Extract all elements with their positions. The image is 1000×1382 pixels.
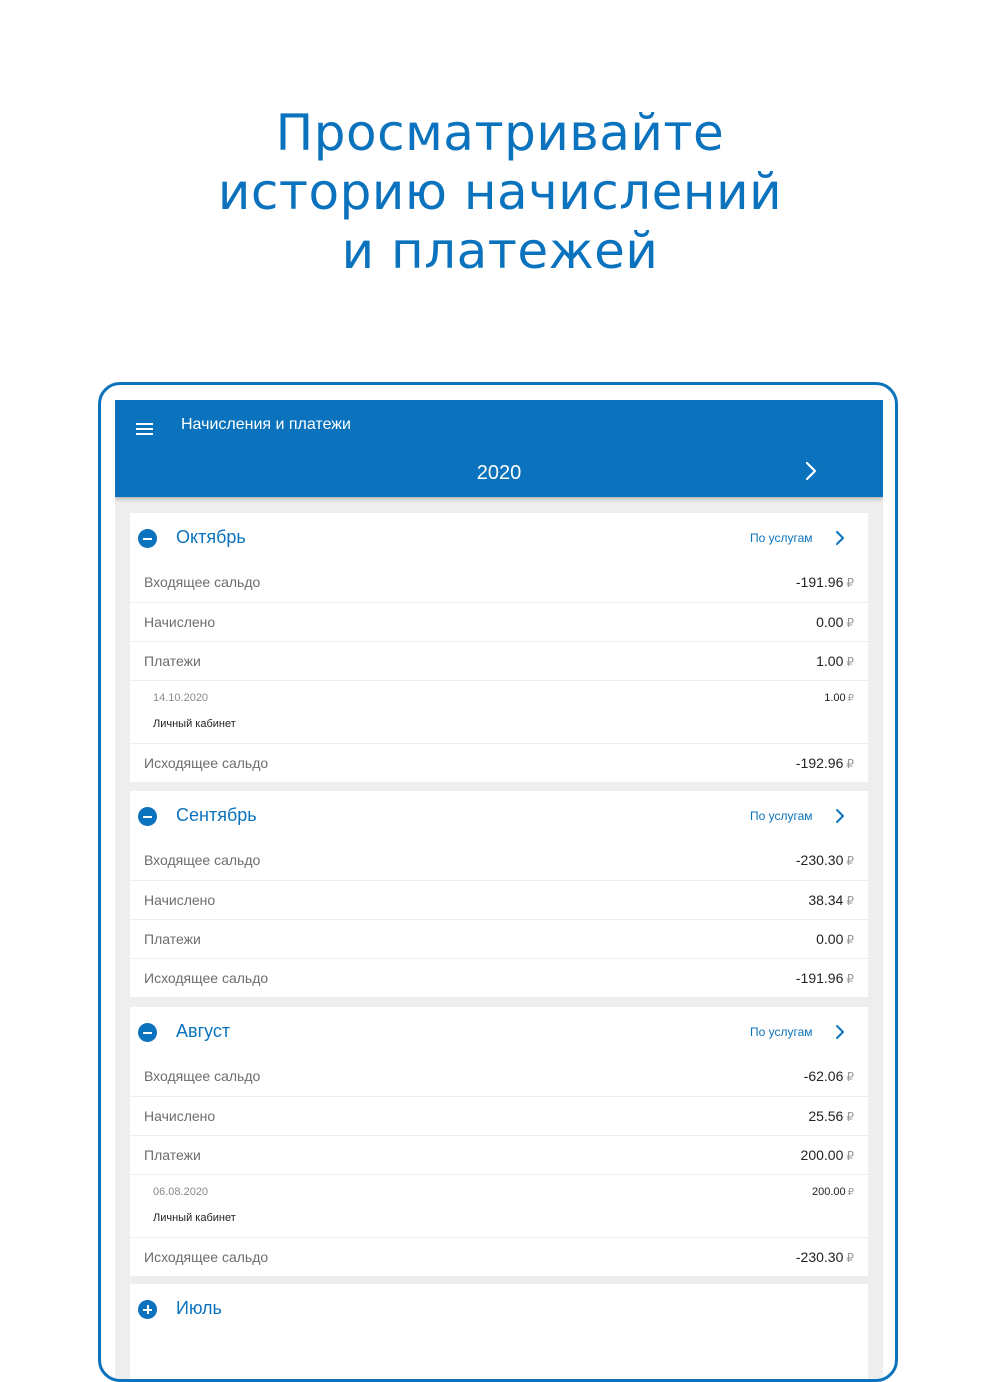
row-label: Платежи bbox=[144, 931, 201, 947]
row-value: 38.34 ₽ bbox=[808, 892, 854, 908]
closing-balance-row: Исходящее сальдо -230.30 ₽ bbox=[130, 1237, 868, 1276]
row-label: Исходящее сальдо bbox=[144, 1249, 269, 1265]
chevron-right-icon[interactable] bbox=[834, 807, 846, 825]
promo-line-3: и платежей bbox=[341, 222, 659, 280]
row-label: Исходящее сальдо bbox=[144, 970, 269, 986]
promo-line-1: Просматривайте bbox=[275, 104, 725, 162]
row-value: -230.30 ₽ bbox=[795, 1249, 854, 1265]
payment-entry: 14.10.2020 Личный кабинет 1.00 ₽ bbox=[130, 680, 868, 743]
month-name: Сентябрь bbox=[176, 805, 257, 825]
currency-sign: ₽ bbox=[846, 1149, 854, 1163]
chevron-right-icon[interactable] bbox=[834, 529, 846, 547]
row-label: Входящее сальдо bbox=[144, 574, 261, 590]
currency-sign: ₽ bbox=[847, 1187, 854, 1198]
month-header[interactable]: Сентябрь По услугам bbox=[130, 791, 868, 841]
month-header[interactable]: Август По услугам bbox=[130, 1007, 868, 1057]
payments-row: Платежи 1.00 ₽ bbox=[130, 641, 868, 680]
row-label: Начислено bbox=[144, 892, 216, 908]
row-label: Входящее сальдо bbox=[144, 1068, 261, 1084]
charged-row: Начислено 38.34 ₽ bbox=[130, 880, 868, 919]
currency-sign: ₽ bbox=[846, 1251, 854, 1265]
app-bar: Начисления и платежи 2020 bbox=[115, 400, 883, 497]
collapse-minus-icon[interactable] bbox=[138, 529, 157, 548]
hamburger-menu-icon[interactable] bbox=[135, 420, 155, 438]
payments-row: Платежи 200.00 ₽ bbox=[130, 1135, 868, 1174]
month-name: Октябрь bbox=[176, 527, 246, 547]
promo-headline: Просматривайте историю начислений и плат… bbox=[0, 104, 1000, 281]
payment-date: 06.08.2020 bbox=[153, 1186, 209, 1198]
opening-balance-row: Входящее сальдо -191.96 ₽ bbox=[130, 563, 868, 602]
month-name: Июль bbox=[176, 1298, 222, 1318]
tablet-frame: Начисления и платежи 2020 Октябрь По усл… bbox=[98, 382, 898, 1382]
payment-source: Личный кабинет bbox=[153, 718, 236, 730]
next-year-chevron-icon[interactable] bbox=[801, 458, 821, 484]
collapse-minus-icon[interactable] bbox=[138, 807, 157, 826]
month-card-september: Сентябрь По услугам Входящее сальдо -230… bbox=[130, 791, 868, 997]
payment-amount: 1.00 ₽ bbox=[824, 692, 854, 704]
row-value: -230.30 ₽ bbox=[795, 852, 854, 868]
chevron-right-icon[interactable] bbox=[834, 1023, 846, 1041]
month-card-august: Август По услугам Входящее сальдо -62.06… bbox=[130, 1007, 868, 1276]
row-value: 200.00 ₽ bbox=[800, 1147, 854, 1163]
currency-sign: ₽ bbox=[846, 933, 854, 947]
row-label: Входящее сальдо bbox=[144, 852, 261, 868]
currency-sign: ₽ bbox=[846, 1070, 854, 1084]
collapse-minus-icon[interactable] bbox=[138, 1023, 157, 1042]
app-screen: Начисления и платежи 2020 Октябрь По усл… bbox=[115, 400, 883, 1379]
payments-row: Платежи 0.00 ₽ bbox=[130, 919, 868, 958]
month-name: Август bbox=[176, 1021, 231, 1041]
row-value: -192.96 ₽ bbox=[795, 755, 854, 771]
by-services-link[interactable]: По услугам bbox=[750, 531, 813, 545]
charged-row: Начислено 0.00 ₽ bbox=[130, 602, 868, 641]
row-value: -191.96 ₽ bbox=[795, 574, 854, 590]
payment-source: Личный кабинет bbox=[153, 1212, 236, 1224]
by-services-link[interactable]: По услугам bbox=[750, 1025, 813, 1039]
currency-sign: ₽ bbox=[846, 854, 854, 868]
month-card-october: Октябрь По услугам Входящее сальдо -191.… bbox=[130, 513, 868, 782]
currency-sign: ₽ bbox=[846, 757, 854, 771]
by-services-link[interactable]: По услугам bbox=[750, 809, 813, 823]
row-value: -191.96 ₽ bbox=[795, 970, 854, 986]
row-value: 25.56 ₽ bbox=[808, 1108, 854, 1124]
row-value: 0.00 ₽ bbox=[816, 931, 854, 947]
currency-sign: ₽ bbox=[846, 616, 854, 630]
currency-sign: ₽ bbox=[846, 972, 854, 986]
currency-sign: ₽ bbox=[846, 1110, 854, 1124]
row-label: Платежи bbox=[144, 1147, 201, 1163]
opening-balance-row: Входящее сальдо -230.30 ₽ bbox=[130, 841, 868, 880]
month-header[interactable]: Октябрь По услугам bbox=[130, 513, 868, 563]
currency-sign: ₽ bbox=[846, 576, 854, 590]
row-label: Платежи bbox=[144, 653, 201, 669]
payment-amount: 200.00 ₽ bbox=[811, 1186, 854, 1198]
currency-sign: ₽ bbox=[846, 894, 854, 908]
currency-sign: ₽ bbox=[846, 655, 854, 669]
payment-date: 14.10.2020 bbox=[153, 692, 209, 704]
row-value: 0.00 ₽ bbox=[816, 614, 854, 630]
closing-balance-row: Исходящее сальдо -192.96 ₽ bbox=[130, 743, 868, 782]
opening-balance-row: Входящее сальдо -62.06 ₽ bbox=[130, 1057, 868, 1096]
row-label: Исходящее сальдо bbox=[144, 755, 269, 771]
year-label: 2020 bbox=[476, 462, 522, 484]
row-value: -62.06 ₽ bbox=[803, 1068, 854, 1084]
expand-plus-icon[interactable] bbox=[138, 1300, 157, 1319]
row-label: Начислено bbox=[144, 614, 216, 630]
payment-entry: 06.08.2020 Личный кабинет 200.00 ₽ bbox=[130, 1174, 868, 1237]
month-card-july: Июль bbox=[130, 1284, 868, 1379]
month-header[interactable]: Июль bbox=[130, 1284, 868, 1334]
page-title: Начисления и платежи bbox=[181, 416, 351, 433]
currency-sign: ₽ bbox=[847, 693, 854, 704]
promo-line-2: историю начислений bbox=[217, 163, 783, 221]
row-label: Начислено bbox=[144, 1108, 216, 1124]
charged-row: Начислено 25.56 ₽ bbox=[130, 1096, 868, 1135]
closing-balance-row: Исходящее сальдо -191.96 ₽ bbox=[130, 958, 868, 997]
row-value: 1.00 ₽ bbox=[816, 653, 854, 669]
